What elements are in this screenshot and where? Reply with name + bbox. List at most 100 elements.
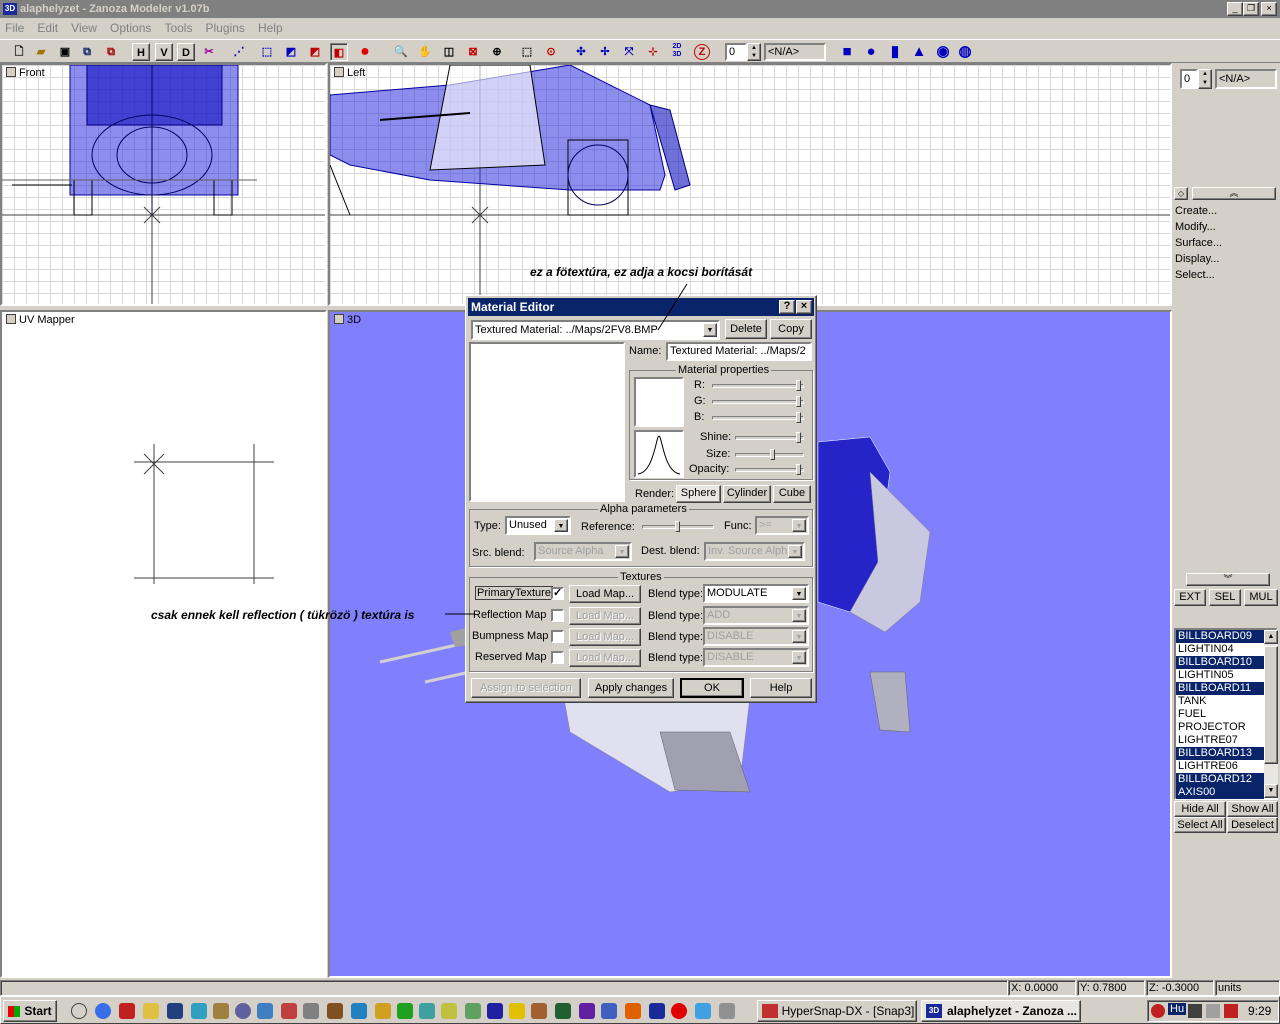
quicklaunch-misc-icon[interactable] xyxy=(719,1003,735,1019)
quicklaunch-opera-icon[interactable] xyxy=(119,1003,135,1019)
select-rect-icon[interactable]: ⬚ xyxy=(518,43,536,61)
deselect-button[interactable]: Deselect xyxy=(1227,817,1278,833)
panel-spin-arrows[interactable]: ▲ ▼ xyxy=(1198,69,1212,89)
snap-icon[interactable]: ✂ xyxy=(200,43,218,61)
select-all-button[interactable]: Select All xyxy=(1174,817,1226,833)
menu-plugins[interactable]: Plugins xyxy=(201,18,250,38)
bumpness-blend-select[interactable]: DISABLE ▼ xyxy=(703,627,809,646)
menu-file[interactable]: File xyxy=(0,18,29,38)
object-list-item[interactable]: LIGHTRE06 xyxy=(1176,760,1264,773)
quicklaunch-dark-icon[interactable] xyxy=(555,1003,571,1019)
uv-mapper-viewport[interactable]: UV Mapper xyxy=(0,310,327,978)
restore-button[interactable]: ❐ xyxy=(1243,2,1259,16)
bumpness-map-checkbox[interactable] xyxy=(551,630,564,643)
sphere-icon[interactable]: ● xyxy=(356,43,374,61)
shine-slider-thumb[interactable] xyxy=(796,432,801,443)
close-window-button[interactable]: × xyxy=(1261,2,1277,16)
view-d-button[interactable]: D xyxy=(177,43,195,61)
modify-menu-item[interactable]: Modify... xyxy=(1173,221,1216,233)
cube-solid-icon[interactable]: ◩ xyxy=(282,43,300,61)
menu-tools[interactable]: Tools xyxy=(159,18,197,38)
quicklaunch-files-icon[interactable] xyxy=(375,1003,391,1019)
sel-button[interactable]: SEL xyxy=(1209,589,1241,606)
2d-3d-toggle-icon[interactable]: 2D 3D xyxy=(668,43,686,61)
axis-icon[interactable]: ⊹ xyxy=(644,43,662,61)
object-list-item[interactable]: LIGHTIN05 xyxy=(1176,669,1264,682)
new-file-icon[interactable]: 🗋 xyxy=(10,43,28,61)
primitive-cylinder-icon[interactable]: ▮ xyxy=(886,43,904,61)
language-indicator[interactable]: Hu xyxy=(1168,1003,1187,1015)
render-cube-button[interactable]: Cube xyxy=(773,485,811,503)
object-list-item[interactable]: LIGHTRE07 xyxy=(1176,734,1264,747)
menu-help[interactable]: Help xyxy=(253,18,288,38)
object-list-item[interactable]: AXIS00 xyxy=(1176,786,1264,799)
primitive-tube-icon[interactable]: ◍ xyxy=(956,43,974,61)
quicklaunch-desktop-icon[interactable] xyxy=(167,1003,183,1019)
cube-wire-icon[interactable]: ⬚ xyxy=(258,43,276,61)
quicklaunch-text-icon[interactable] xyxy=(441,1003,457,1019)
primitive-torus-icon[interactable]: ◉ xyxy=(934,43,952,61)
viewport-menu-icon[interactable] xyxy=(6,314,16,324)
quicklaunch-brush-icon[interactable] xyxy=(213,1003,229,1019)
object-list-item[interactable]: FUEL xyxy=(1176,708,1264,721)
r-slider[interactable] xyxy=(712,384,804,388)
object-list-item[interactable]: BILLBOARD12 xyxy=(1176,773,1264,786)
quicklaunch-mail-icon[interactable] xyxy=(695,1003,711,1019)
quicklaunch-hex-icon[interactable] xyxy=(531,1003,547,1019)
primary-blend-select[interactable]: MODULATE ▼ xyxy=(703,584,809,603)
chevron-down-icon[interactable]: ▼ xyxy=(703,323,717,337)
toolbar-spin-arrows[interactable]: ▲ ▼ xyxy=(747,43,761,61)
front-viewport[interactable]: Front xyxy=(0,63,327,306)
shine-slider[interactable] xyxy=(735,436,804,440)
func-select[interactable]: >= ▼ xyxy=(755,516,809,535)
quicklaunch-net-icon[interactable] xyxy=(351,1003,367,1019)
zoom-region-icon[interactable]: ⊠ xyxy=(464,43,482,61)
object-list-item[interactable]: BILLBOARD11 xyxy=(1176,682,1264,695)
cube-red-icon[interactable]: ◩ xyxy=(306,43,324,61)
quicklaunch-notes-icon[interactable] xyxy=(143,1003,159,1019)
quicklaunch-app-icon[interactable] xyxy=(281,1003,297,1019)
b-slider-thumb[interactable] xyxy=(796,412,801,423)
quicklaunch-ie-icon[interactable] xyxy=(95,1003,111,1019)
b-slider[interactable] xyxy=(712,416,804,420)
primitive-box-icon[interactable]: ■ xyxy=(838,43,856,61)
menu-edit[interactable]: Edit xyxy=(32,18,63,38)
quicklaunch-cd-icon[interactable] xyxy=(235,1003,251,1019)
quicklaunch-purple-icon[interactable] xyxy=(579,1003,595,1019)
object-list-item[interactable]: BILLBOARD13 xyxy=(1176,747,1264,760)
chevron-down-icon[interactable]: ▼ xyxy=(792,609,806,622)
view-h-button[interactable]: H xyxy=(132,43,150,61)
select-circle-icon[interactable]: ⊙ xyxy=(542,43,560,61)
scroll-down-icon[interactable]: ︾ xyxy=(1186,573,1270,586)
show-all-button[interactable]: Show All xyxy=(1227,801,1278,817)
reserved-load-map-button[interactable]: Load Map... xyxy=(569,649,641,667)
open-folder-icon[interactable]: ▰ xyxy=(32,43,50,61)
chevron-down-icon[interactable]: ▼ xyxy=(792,630,806,643)
hide-all-button[interactable]: Hide All xyxy=(1174,801,1226,817)
chevron-down-icon[interactable]: ▼ xyxy=(792,587,806,600)
size-slider-thumb[interactable] xyxy=(770,449,775,460)
vertex-icon[interactable]: ⋰ xyxy=(230,43,248,61)
opacity-slider-thumb[interactable] xyxy=(796,464,801,475)
primitive-cone-icon[interactable]: ▲ xyxy=(910,43,928,61)
tray-app-icon[interactable] xyxy=(1224,1004,1238,1018)
menu-options[interactable]: Options xyxy=(105,18,156,38)
cube-select-icon[interactable]: ◧ xyxy=(330,43,348,61)
quicklaunch-calc-icon[interactable] xyxy=(419,1003,435,1019)
object-list[interactable]: BILLBOARD09 LIGHTIN04 BILLBOARD10 LIGHTIN05… xyxy=(1174,628,1278,800)
dialog-close-button[interactable]: × xyxy=(796,300,812,314)
object-list-item[interactable]: LIGHTIN04 xyxy=(1176,643,1264,656)
delete-material-button[interactable]: Delete xyxy=(725,319,767,339)
assign-to-selection-button[interactable]: Assign to selection xyxy=(471,678,581,698)
quicklaunch-settings-icon[interactable] xyxy=(303,1003,319,1019)
scroll-up-icon[interactable]: ︽ xyxy=(1192,187,1276,200)
chevron-down-icon[interactable]: ▼ xyxy=(792,519,806,532)
quicklaunch-yellow-icon[interactable] xyxy=(509,1003,525,1019)
rotate-icon[interactable]: ✢ xyxy=(596,43,614,61)
quicklaunch-tool-icon[interactable] xyxy=(191,1003,207,1019)
chevron-down-icon[interactable]: ▼ xyxy=(788,545,802,558)
quicklaunch-list-icon[interactable] xyxy=(465,1003,481,1019)
quicklaunch-3d-icon[interactable] xyxy=(649,1003,665,1019)
ok-button[interactable]: OK xyxy=(680,678,744,698)
start-button[interactable]: Start xyxy=(3,1000,57,1022)
